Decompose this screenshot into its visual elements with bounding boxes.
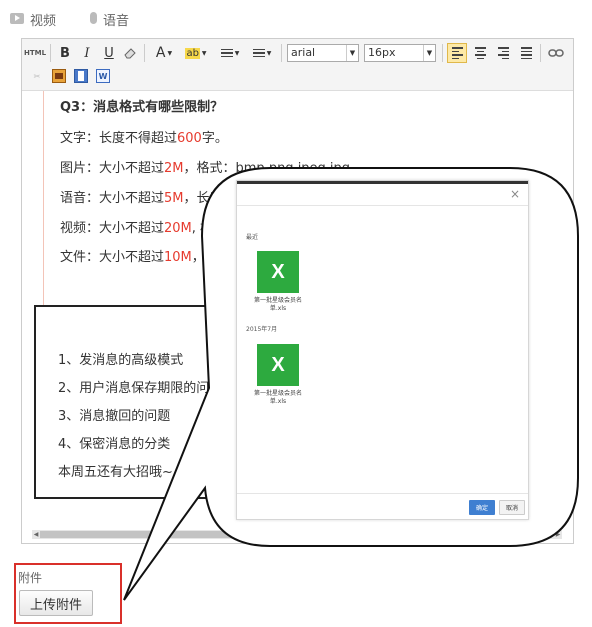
- font-family-select[interactable]: arial ▼: [287, 44, 359, 62]
- excel-file-icon: X: [257, 344, 299, 386]
- chevron-down-icon: ▼: [167, 49, 173, 57]
- unordered-list-button[interactable]: ▼: [248, 43, 276, 63]
- font-color-label: A: [155, 45, 166, 61]
- media-tabs: 视频 语音: [0, 0, 592, 38]
- justify-button[interactable]: [516, 43, 536, 63]
- link-icon: [548, 49, 564, 57]
- list-item: 4、保密消息的分类: [58, 437, 171, 452]
- chevron-down-icon: ▼: [346, 45, 358, 61]
- limit-voice: 语音：大小不超过5M，长度不: [60, 191, 236, 206]
- align-right-button[interactable]: [493, 43, 513, 63]
- section-title: 2015年7月: [246, 326, 278, 333]
- section-title: 最近: [246, 234, 259, 241]
- toolbar-divider: [540, 44, 541, 62]
- insert-image-button[interactable]: [52, 69, 66, 83]
- align-left-icon: [451, 47, 463, 59]
- font-family-value: arial: [291, 46, 316, 59]
- dialog-top-bar: [237, 181, 528, 184]
- close-icon[interactable]: ×: [510, 187, 520, 201]
- word-icon: W: [98, 71, 108, 81]
- dialog-divider: [237, 205, 528, 206]
- tab-video-label: 视频: [30, 14, 57, 29]
- upload-attachment-button[interactable]: 上传附件: [19, 590, 93, 616]
- font-size-select[interactable]: 16px ▼: [364, 44, 436, 62]
- microphone-icon: [90, 12, 97, 27]
- limit-image: 图片：大小不超过2M，格式：bmp,png,jpeg,jpg。: [60, 161, 364, 176]
- underline-button[interactable]: U: [100, 43, 118, 63]
- confirm-button[interactable]: 确定: [469, 500, 495, 515]
- highlight-icon: ab: [185, 47, 200, 59]
- toolbar-divider: [144, 44, 145, 62]
- scroll-left-icon[interactable]: ◀: [32, 530, 40, 539]
- insert-word-button[interactable]: W: [96, 69, 110, 83]
- toolbar-divider: [50, 44, 51, 62]
- cancel-button[interactable]: 取消: [499, 500, 525, 515]
- video-icon: [10, 12, 24, 27]
- ordered-list-icon: [220, 48, 233, 58]
- list-item: 本周五还有大招哦~: [58, 465, 173, 480]
- scrollbar-thumb[interactable]: [40, 531, 546, 538]
- dialog-divider: [237, 493, 528, 494]
- file-item[interactable]: X 第一批星级会员名单.xls: [247, 344, 309, 406]
- tab-voice-label: 语音: [103, 14, 130, 29]
- eraser-icon: [124, 48, 136, 59]
- horizontal-scrollbar[interactable]: ◀ ▶: [32, 530, 562, 539]
- align-center-button[interactable]: [470, 43, 490, 63]
- chevron-down-icon: ▼: [423, 45, 435, 61]
- file-item[interactable]: X 第一批星级会员名单.xls: [247, 251, 309, 313]
- justify-icon: [520, 47, 532, 59]
- list-item: 2、用户消息保存期限的问: [58, 381, 210, 396]
- list-item: 3、消息撤回的问题: [58, 409, 171, 424]
- scroll-right-icon[interactable]: ▶: [554, 530, 562, 539]
- excel-file-icon: X: [257, 251, 299, 293]
- file-name: 第一批星级会员名单.xls: [253, 390, 302, 405]
- tab-voice[interactable]: 语音: [90, 10, 129, 29]
- limit-text: 文字：长度不得超过600字。: [60, 131, 228, 146]
- bold-button[interactable]: B: [56, 43, 74, 63]
- align-left-button[interactable]: [447, 43, 467, 63]
- unlink-icon: ✂: [33, 71, 41, 81]
- chevron-down-icon: ▼: [201, 49, 207, 57]
- unordered-list-icon: [252, 48, 265, 58]
- highlight-color-button[interactable]: ab ▼: [182, 43, 210, 63]
- image-icon: [55, 73, 63, 79]
- link-button[interactable]: [545, 43, 567, 63]
- attachment-label: 附件: [18, 571, 43, 585]
- italic-button[interactable]: I: [78, 43, 96, 63]
- limit-file: 文件：大小不超过10M，格: [60, 250, 218, 265]
- font-size-value: 16px: [368, 46, 396, 59]
- chevron-down-icon: ▼: [234, 49, 240, 57]
- chevron-down-icon: ▼: [266, 49, 272, 57]
- tab-video[interactable]: 视频: [10, 10, 56, 29]
- font-color-button[interactable]: A ▼: [150, 43, 178, 63]
- faq-heading: Q3：消息格式有哪些限制？: [60, 100, 224, 115]
- toolbar-divider: [442, 44, 443, 62]
- limit-video: 视频：大小不超过20M, 格: [60, 221, 214, 236]
- html-source-button[interactable]: HTML: [24, 43, 46, 63]
- eraser-button[interactable]: [121, 43, 139, 63]
- insert-video-button[interactable]: [74, 69, 88, 83]
- film-icon: [78, 71, 84, 81]
- editor-toolbar: HTML B I U A ▼ ab ▼ ▼ ▼ arial ▼ 16px ▼ ✂…: [22, 39, 573, 91]
- align-right-icon: [497, 47, 509, 59]
- file-name: 第一批星级会员名单.xls: [253, 297, 302, 312]
- toolbar-divider: [281, 44, 282, 62]
- ordered-list-button[interactable]: ▼: [216, 43, 244, 63]
- file-picker-dialog: × 最近 X 第一批星级会员名单.xls 2015年7月 X 第一批星级会员名单…: [236, 180, 529, 520]
- list-item: 1、发消息的高级模式: [58, 353, 184, 368]
- align-center-icon: [474, 47, 486, 59]
- unlink-button[interactable]: ✂: [30, 69, 44, 83]
